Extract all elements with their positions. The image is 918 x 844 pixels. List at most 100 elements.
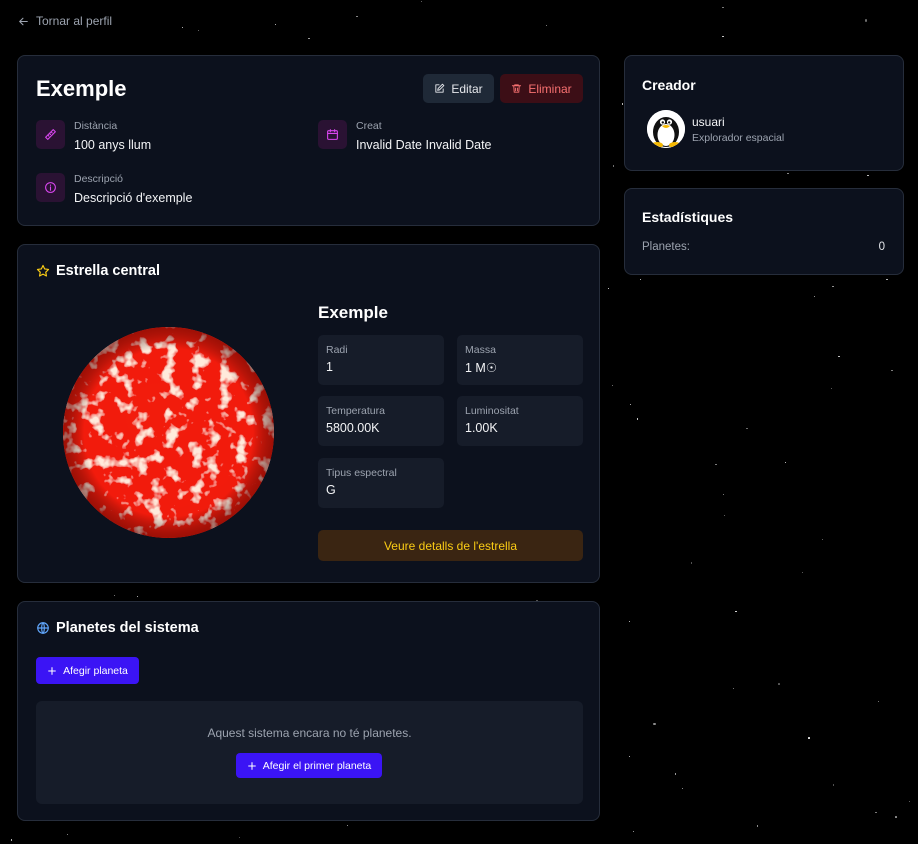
- background-star: [607, 288, 609, 290]
- creator-username[interactable]: usuari: [692, 115, 725, 129]
- statistics-title: Estadístiques: [642, 209, 734, 225]
- background-star: [735, 610, 737, 613]
- background-star: [682, 787, 684, 789]
- info-icon: [36, 173, 65, 202]
- background-star: [420, 0, 422, 2]
- background-star: [640, 279, 642, 281]
- temperature-stat: Temperatura 5800.00K: [318, 396, 444, 446]
- radius-label: Radi: [326, 344, 348, 356]
- description-info: Descripció Descripció d'exemple: [36, 173, 192, 205]
- background-star: [864, 19, 868, 22]
- planets-heading: Planetes del sistema: [36, 620, 199, 636]
- background-star: [756, 825, 759, 827]
- background-star: [724, 515, 726, 517]
- background-star: [875, 811, 877, 814]
- temperature-value: 5800.00K: [326, 421, 380, 435]
- created-value: Invalid Date Invalid Date: [356, 138, 492, 152]
- plus-icon: [247, 761, 256, 770]
- created-label: Creat: [356, 120, 382, 132]
- background-star: [633, 830, 635, 832]
- background-star: [674, 773, 677, 775]
- central-star-heading: Estrella central: [36, 263, 160, 279]
- add-planet-label: Afegir planeta: [63, 664, 128, 677]
- globe-icon: [37, 622, 49, 634]
- planets-count-value: 0: [878, 241, 885, 253]
- background-star: [832, 285, 834, 287]
- background-star: [891, 369, 893, 372]
- add-planet-button[interactable]: Afegir planeta: [36, 657, 139, 684]
- mass-stat: Massa 1 M☉: [457, 335, 583, 385]
- distance-value: 100 anys llum: [74, 138, 152, 152]
- mass-value: 1 M☉: [465, 361, 498, 375]
- edit-icon: [435, 83, 445, 93]
- creator-card: Creador usuari Explorador espacial: [624, 55, 904, 171]
- background-star: [838, 355, 840, 358]
- star-details-button[interactable]: Veure detalls de l'estrella: [318, 530, 583, 561]
- background-star: [722, 6, 724, 9]
- star-3d-render[interactable]: [63, 327, 274, 538]
- arrow-left-icon: [18, 17, 28, 25]
- background-star: [356, 15, 358, 18]
- background-star: [787, 172, 789, 175]
- description-label: Descripció: [74, 173, 124, 185]
- background-star: [808, 737, 810, 739]
- add-first-planet-button[interactable]: Afegir el primer planeta: [236, 753, 382, 778]
- spectral-type-stat: Tipus espectral G: [318, 458, 444, 508]
- description-value: Descripció d'exemple: [74, 191, 193, 205]
- system-info-card: Exemple Editar Eliminar Distància 100 an…: [17, 55, 600, 226]
- empty-planets-message: Aquest sistema encara no té planetes.: [207, 726, 412, 740]
- background-star: [239, 836, 241, 838]
- background-star: [612, 165, 615, 167]
- background-star: [346, 825, 348, 827]
- background-star: [722, 35, 724, 38]
- background-star: [878, 700, 880, 702]
- background-star: [136, 595, 139, 598]
- star-icon: [36, 264, 50, 277]
- delete-button-label: Eliminar: [528, 81, 572, 96]
- radius-value: 1: [326, 360, 333, 374]
- creator-title: Creador: [642, 77, 696, 93]
- radius-stat: Radi 1: [318, 335, 444, 385]
- background-star: [181, 26, 183, 28]
- edit-button[interactable]: Editar: [423, 74, 494, 103]
- background-star: [732, 687, 735, 690]
- system-planets-card: Planetes del sistema Afegir planeta Aque…: [17, 601, 600, 821]
- background-star: [66, 833, 69, 836]
- luminosity-label: Luminositat: [465, 405, 519, 417]
- background-star: [908, 800, 911, 803]
- background-star: [114, 595, 116, 597]
- background-star: [274, 24, 276, 26]
- luminosity-stat: Luminositat 1.00K: [457, 396, 583, 446]
- background-star: [690, 562, 693, 564]
- background-star: [886, 278, 888, 281]
- background-star: [746, 427, 748, 430]
- background-star: [545, 24, 548, 27]
- central-star-card: Estrella central Exemple Radi 1 Massa 1 …: [17, 244, 600, 583]
- mass-label: Massa: [465, 344, 496, 356]
- planets-title: Planetes del sistema: [56, 620, 199, 636]
- background-star: [802, 572, 804, 574]
- delete-button[interactable]: Eliminar: [500, 74, 583, 103]
- created-info: Creat Invalid Date Invalid Date: [318, 120, 492, 152]
- background-star: [895, 816, 897, 818]
- distance-label: Distància: [74, 120, 118, 132]
- background-star: [778, 683, 780, 685]
- background-star: [612, 384, 614, 386]
- background-star: [822, 539, 824, 541]
- background-star: [197, 30, 199, 32]
- background-star: [722, 494, 724, 496]
- background-star: [10, 839, 13, 841]
- background-star: [636, 418, 639, 420]
- background-star: [784, 462, 786, 464]
- back-link-label: Tornar al perfil: [36, 14, 113, 28]
- background-star: [308, 37, 310, 40]
- plus-icon: [48, 666, 56, 675]
- add-first-planet-label: Afegir el primer planeta: [262, 759, 372, 772]
- background-star: [867, 174, 869, 177]
- background-star: [715, 463, 717, 466]
- back-to-profile-link[interactable]: Tornar al perfil: [17, 14, 112, 28]
- ruler-icon: [36, 120, 65, 149]
- central-star-title: Estrella central: [56, 263, 160, 279]
- spectral-type-value: G: [326, 483, 336, 497]
- avatar[interactable]: [647, 110, 685, 148]
